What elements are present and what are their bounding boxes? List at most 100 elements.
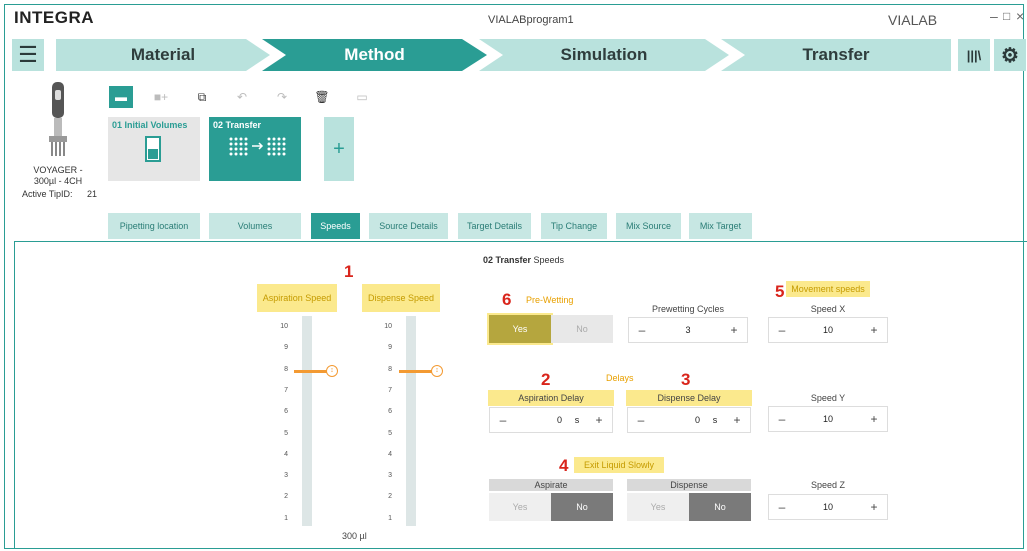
toggle-step-icon[interactable]: ▭: [350, 86, 374, 108]
close-button[interactable]: ×: [1016, 8, 1024, 24]
tab-mix-target[interactable]: Mix Target: [689, 213, 752, 239]
aspiration-speed-tick: 10: [280, 323, 288, 330]
delays-label: Delays: [606, 373, 634, 383]
minus-button[interactable]: –: [490, 413, 516, 427]
move-right-icon[interactable]: ↷: [270, 86, 294, 108]
speed-z-value[interactable]: 10: [795, 502, 861, 512]
volume-label: 300 µl: [342, 531, 367, 541]
plus-button[interactable]: +: [861, 500, 887, 514]
settings-icon[interactable]: ⚙: [994, 39, 1026, 71]
transfer-plates-icon: [229, 137, 286, 156]
duplicate-step-icon[interactable]: ⧉: [190, 86, 214, 108]
speed-z-stepper: – 10 +: [768, 494, 888, 520]
plus-button[interactable]: +: [724, 413, 750, 427]
dispense-speed-tick: 1: [388, 514, 392, 522]
aspiration-delay-label: Aspiration Delay: [488, 390, 614, 406]
move-left-icon[interactable]: ↶: [230, 86, 254, 108]
dispense-speed-track[interactable]: [406, 316, 416, 526]
minus-button[interactable]: –: [769, 323, 795, 337]
add-step-button[interactable]: +: [324, 117, 354, 181]
dispense-delay-label: Dispense Delay: [626, 390, 752, 406]
prewetting-no-button[interactable]: No: [551, 315, 613, 343]
dispense-no-button[interactable]: No: [689, 493, 751, 521]
dispense-speed-knob[interactable]: ↕: [431, 364, 443, 377]
tab-source-details[interactable]: Source Details: [369, 213, 448, 239]
minus-button[interactable]: –: [769, 500, 795, 514]
active-tip: Active TipID: 21: [18, 189, 98, 200]
prewetting-cycles-value[interactable]: 3: [655, 325, 721, 335]
dispense-speed-tick: 3: [388, 472, 392, 480]
plus-button[interactable]: +: [586, 413, 612, 427]
dispense-speed-tick: 10: [384, 323, 392, 330]
aspiration-speed-handle[interactable]: [294, 369, 328, 373]
movement-speeds-label: Movement speeds: [786, 281, 870, 297]
aspiration-delay-value[interactable]: 0: [516, 415, 568, 425]
add-step-icon[interactable]: ■+: [149, 86, 173, 108]
delete-step-icon[interactable]: 🗑: [310, 86, 334, 108]
plus-button[interactable]: +: [721, 323, 747, 337]
aspiration-speed-tick: 9: [284, 344, 288, 352]
aspiration-delay-stepper: – 0 s +: [489, 407, 613, 433]
prewetting-yes-button[interactable]: Yes: [487, 313, 553, 345]
aspiration-delay-unit: s: [574, 415, 580, 425]
step-view-icon[interactable]: ▬: [109, 86, 133, 108]
aspirate-yes-button[interactable]: Yes: [489, 493, 551, 521]
tab-speeds[interactable]: Speeds: [311, 213, 360, 239]
tab-target-details[interactable]: Target Details: [458, 213, 531, 239]
step-card-initial-volumes[interactable]: 01 Initial Volumes: [108, 117, 200, 181]
dispense-speed-tick: 4: [388, 450, 392, 458]
marker-4: 4: [559, 456, 569, 475]
menu-icon[interactable]: ☰: [12, 39, 44, 71]
speed-y-value[interactable]: 10: [795, 414, 861, 424]
step-material[interactable]: Material: [56, 39, 270, 71]
dispense-yes-button[interactable]: Yes: [627, 493, 689, 521]
dispense-delay-value[interactable]: 0: [654, 415, 706, 425]
marker-2: 2: [541, 370, 551, 389]
marker-6: 6: [502, 290, 512, 309]
dispense-speed-tick: 8: [388, 365, 392, 373]
aspirate-no-button[interactable]: No: [551, 493, 613, 521]
tab-pipetting-location[interactable]: Pipetting location: [108, 213, 200, 239]
minus-button[interactable]: –: [628, 413, 654, 427]
plus-button[interactable]: +: [861, 323, 887, 337]
plus-button[interactable]: +: [861, 412, 887, 426]
aspiration-speed-tick: 3: [284, 472, 288, 480]
marker-5: 5: [775, 282, 785, 301]
speed-x-value[interactable]: 10: [795, 325, 861, 335]
step-card-transfer[interactable]: 02 Transfer: [209, 117, 301, 181]
aspiration-speed-tick: 8: [284, 365, 288, 373]
tab-volumes[interactable]: Volumes: [209, 213, 301, 239]
dispense-speed-tick: 5: [388, 429, 392, 437]
step-transfer[interactable]: Transfer: [721, 39, 951, 71]
step-card-title: 01 Initial Volumes: [112, 120, 188, 130]
aspiration-speed-tick: 6: [284, 408, 288, 416]
aspiration-speed-label: Aspiration Speed: [257, 284, 337, 312]
aspiration-speed-track[interactable]: [302, 316, 312, 526]
aspiration-speed-tick: 2: [284, 493, 288, 501]
aspiration-speed-tick: 4: [284, 450, 288, 458]
marker-1: 1: [344, 262, 354, 281]
panel-title-step: 02 Transfer: [483, 255, 532, 265]
exit-liquid-slowly-label: Exit Liquid Slowly: [574, 457, 664, 473]
dispense-delay-stepper: – 0 s +: [627, 407, 751, 433]
pipette-info: VOYAGER - 300µl - 4CH Active TipID: 21: [18, 80, 98, 200]
minus-button[interactable]: –: [769, 412, 795, 426]
library-icon[interactable]: |||\: [958, 39, 990, 71]
speed-x-label: Speed X: [810, 304, 846, 314]
dispense-speed-handle[interactable]: [399, 369, 433, 373]
marker-3: 3: [681, 370, 691, 389]
dispense-speed-tick: 7: [388, 386, 392, 394]
active-tip-value: 21: [87, 189, 98, 199]
dispense-speed-tick: 9: [388, 344, 392, 352]
minus-button[interactable]: –: [629, 323, 655, 337]
minimize-button[interactable]: –: [990, 8, 998, 24]
tab-tip-change[interactable]: Tip Change: [541, 213, 607, 239]
step-simulation[interactable]: Simulation: [479, 39, 729, 71]
tab-mix-source[interactable]: Mix Source: [616, 213, 681, 239]
step-method[interactable]: Method: [262, 39, 487, 71]
aspiration-speed-knob[interactable]: ↕: [326, 364, 338, 377]
prewetting-cycles-label: Prewetting Cycles: [651, 304, 725, 314]
title-bar: INTEGRA VIALABprogram1 VIALAB – □ ×: [0, 0, 1027, 36]
speed-y-stepper: – 10 +: [768, 406, 888, 432]
maximize-button[interactable]: □: [1003, 9, 1010, 23]
